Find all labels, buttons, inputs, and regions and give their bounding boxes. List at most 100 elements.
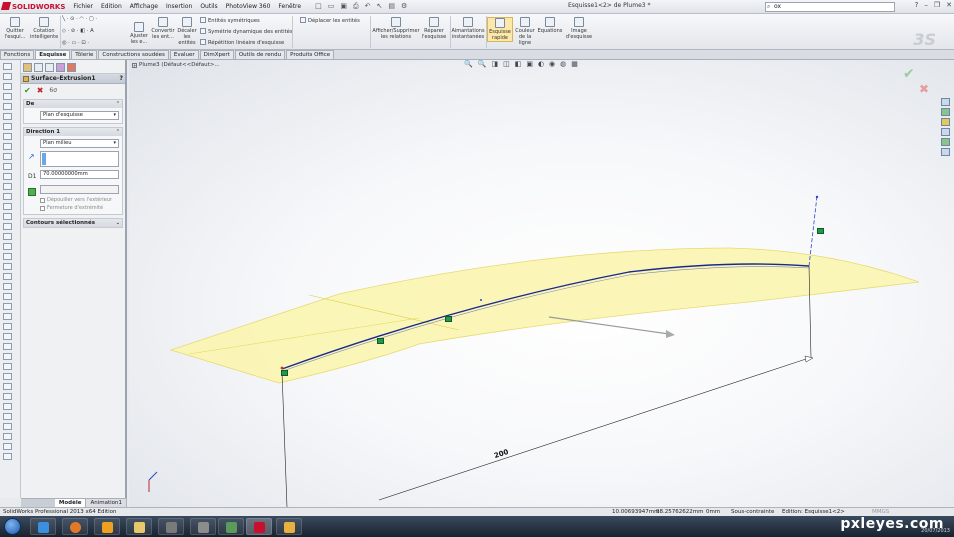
relation-tag[interactable]: [377, 338, 384, 344]
tool-icon[interactable]: [3, 263, 12, 270]
ok-icon[interactable]: ✔: [24, 86, 31, 95]
taskbar-solidworks[interactable]: [246, 518, 272, 535]
tab-animation1[interactable]: Animation1: [86, 499, 127, 507]
open-icon[interactable]: ▭: [328, 2, 335, 11]
restore-icon[interactable]: ❐: [934, 1, 940, 9]
menu-outils[interactable]: Outils: [196, 3, 221, 10]
move-entities-button[interactable]: Déplacer les entités: [300, 17, 360, 24]
tool-icon[interactable]: [3, 123, 12, 130]
sketch-tools-row-3[interactable]: ◎ · ▭ · ⊡ ·: [62, 40, 89, 46]
tool-icon[interactable]: [3, 433, 12, 440]
taskbar-app[interactable]: [158, 518, 184, 535]
tab-dimxpert[interactable]: DimXpert: [199, 50, 234, 59]
tool-icon[interactable]: [3, 313, 12, 320]
taskbar-ie[interactable]: [30, 518, 56, 535]
tab-outils-rendu[interactable]: Outils de rendu: [234, 50, 286, 59]
view-palette-icon[interactable]: [941, 128, 950, 136]
menu-fichier[interactable]: Fichier: [69, 3, 97, 10]
rapid-sketch-button[interactable]: Esquisse rapide: [487, 17, 513, 42]
equations-button[interactable]: Equations: [537, 17, 563, 34]
repair-sketch-button[interactable]: Réparer l'esquisse: [420, 17, 448, 40]
menu-fenetre[interactable]: Fenêtre: [274, 3, 305, 10]
mirror-entities-button[interactable]: Entités symétriques: [200, 17, 260, 24]
depth-input[interactable]: 70.00000000mm: [40, 170, 119, 179]
confirm-cancel-icon[interactable]: ✖: [919, 82, 929, 96]
help-icon[interactable]: ?: [915, 1, 919, 9]
menu-edition[interactable]: Edition: [97, 3, 126, 10]
relation-tag[interactable]: [281, 370, 288, 376]
tool-icon[interactable]: [3, 173, 12, 180]
taskbar-explorer[interactable]: [126, 518, 152, 535]
taskbar-firefox[interactable]: [62, 518, 88, 535]
tool-icon[interactable]: [3, 373, 12, 380]
print-icon[interactable]: ⎙: [353, 2, 359, 11]
smart-dimension-button[interactable]: Cotation intelligente: [30, 17, 58, 40]
tool-icon[interactable]: [3, 63, 12, 70]
quick-snaps-button[interactable]: Aimantations instantanées: [451, 17, 485, 40]
taskbar-app[interactable]: [276, 518, 302, 535]
custom-properties-icon[interactable]: [941, 148, 950, 156]
tab-constructions-soudees[interactable]: Constructions soudées: [98, 50, 169, 59]
display-manager-icon[interactable]: [67, 63, 76, 72]
exit-sketch-button[interactable]: Quitter l'esqui...: [3, 17, 27, 40]
dimxpert-manager-icon[interactable]: [56, 63, 65, 72]
tool-icon[interactable]: [3, 93, 12, 100]
tool-icon[interactable]: [3, 423, 12, 430]
line-color-button[interactable]: Couleur de la ligne: [514, 17, 536, 46]
contours-group-header[interactable]: Contours sélectionnés ⌄: [24, 219, 122, 227]
units[interactable]: MMGS: [872, 508, 889, 516]
graphics-area[interactable]: + Plume3 (Défaut<<Défaut>... 🔍 🔍 ◨ ◫ ◧ ▣ …: [129, 60, 954, 507]
menu-affichage[interactable]: Affichage: [126, 3, 162, 10]
tool-icon[interactable]: [3, 323, 12, 330]
tool-icon[interactable]: [3, 243, 12, 250]
taskbar-app[interactable]: [218, 518, 244, 535]
tool-icon[interactable]: [3, 103, 12, 110]
tool-icon[interactable]: [3, 443, 12, 450]
tool-icon[interactable]: [3, 353, 12, 360]
tab-fonctions[interactable]: Fonctions: [0, 50, 35, 59]
tool-icon[interactable]: [3, 213, 12, 220]
from-select[interactable]: Plan d'esquisse ▾: [40, 111, 119, 120]
tool-icon[interactable]: [3, 273, 12, 280]
resources-icon[interactable]: [941, 98, 950, 106]
tab-modele[interactable]: Modèle: [54, 499, 87, 507]
tool-icon[interactable]: [3, 183, 12, 190]
tab-scroll-arrows[interactable]: [21, 499, 55, 507]
tool-icon[interactable]: [3, 383, 12, 390]
tool-icon[interactable]: [3, 233, 12, 240]
sketch-tools-row-1[interactable]: ╲ · ⊙ · ◠ · ▢ ·: [62, 16, 97, 22]
cap-end-checkbox[interactable]: Fermeture d'extrémité: [40, 205, 122, 211]
trim-button[interactable]: Ajuster les e...: [128, 22, 150, 45]
save-icon[interactable]: ▣: [340, 2, 347, 11]
tool-icon[interactable]: [3, 163, 12, 170]
draft-angle-input[interactable]: [40, 185, 119, 194]
tool-icon[interactable]: [3, 453, 12, 460]
taskbar-media[interactable]: [94, 518, 120, 535]
tool-icon[interactable]: [3, 83, 12, 90]
design-library-icon[interactable]: [941, 108, 950, 116]
configuration-manager-icon[interactable]: [45, 63, 54, 72]
tab-esquisse[interactable]: Esquisse: [35, 50, 71, 59]
draft-icon[interactable]: [28, 188, 36, 196]
convert-entities-button[interactable]: Convertir les ent...: [150, 17, 176, 40]
minimize-icon[interactable]: –: [924, 1, 928, 9]
file-explorer-icon[interactable]: [941, 118, 950, 126]
clock-date[interactable]: 20/07/2013: [921, 528, 950, 534]
tool-icon[interactable]: [3, 403, 12, 410]
tool-icon[interactable]: [3, 343, 12, 350]
sketch-picture-button[interactable]: Image d'esquisse: [564, 17, 594, 40]
tool-icon[interactable]: [3, 153, 12, 160]
tool-icon[interactable]: [3, 293, 12, 300]
reverse-direction-icon[interactable]: ↗: [28, 152, 36, 161]
direction1-group-header[interactable]: Direction 1 ⌃: [24, 128, 122, 136]
tool-icon[interactable]: [3, 203, 12, 210]
relation-tag[interactable]: [817, 228, 824, 234]
undo-icon[interactable]: ↶: [365, 2, 371, 11]
select-icon[interactable]: ↖: [376, 2, 382, 11]
from-group-header[interactable]: De ⌃: [24, 100, 122, 108]
new-icon[interactable]: □: [315, 2, 322, 11]
show-relations-button[interactable]: Afficher/Supprimer les relations: [372, 17, 420, 40]
start-button[interactable]: [4, 518, 21, 535]
tool-icon[interactable]: [3, 363, 12, 370]
detail-preview-icon[interactable]: 6σ: [49, 87, 57, 94]
